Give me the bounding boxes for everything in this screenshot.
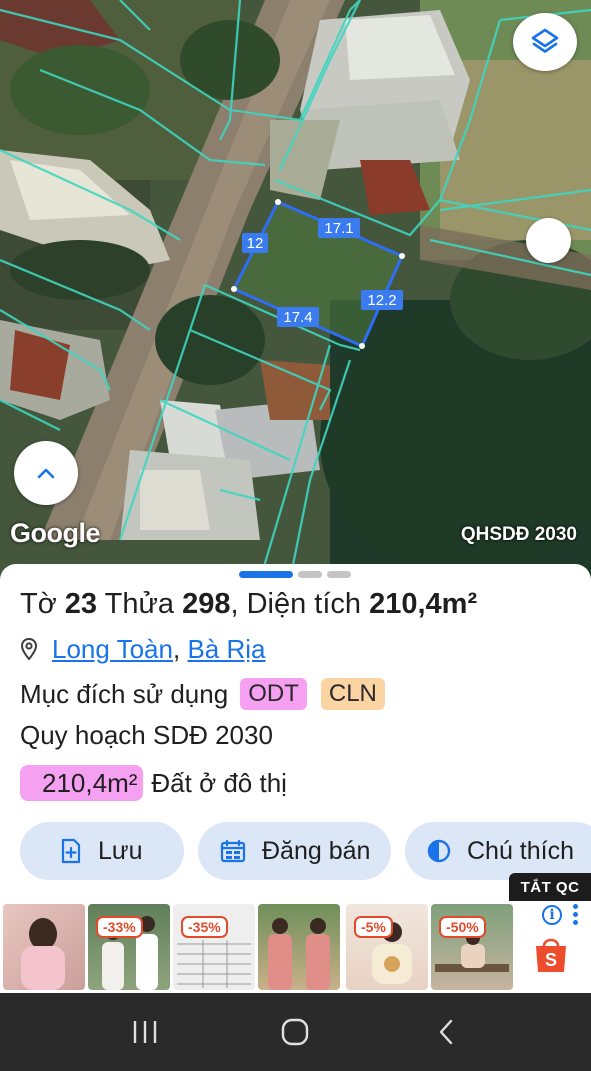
close-ad-button[interactable]: TẮT QC [509,873,591,901]
ad-product-image[interactable]: -50% [431,904,513,990]
purpose-tag-cln: CLN [320,678,385,710]
parcel-title: Tờ 23 Thửa 298, Diện tích 210,4m² [20,588,478,620]
sheet-number: 23 [64,588,98,620]
edge-label-right: 12.2 [367,292,396,309]
back-button[interactable] [416,1002,476,1062]
compass-button[interactable] [526,218,571,263]
sell-label: Đăng bán [262,836,371,865]
ad-banner[interactable]: -33% -35% -5% -50% i S [0,901,591,993]
shopping-bag-icon: S [536,938,566,972]
home-button[interactable] [265,1002,325,1062]
discount-badge: -50% [439,916,486,938]
pager-dot [298,571,322,578]
expand-sheet-button[interactable] [14,441,78,505]
ad-product-image[interactable]: -33% [88,904,170,990]
add-file-icon [61,838,81,864]
area-label: Diện tích [246,588,362,620]
location-row: Long Toàn, Bà Rịa [20,634,266,665]
chevron-up-icon [37,468,55,479]
ad-product-image[interactable] [258,904,340,990]
save-button[interactable]: Lưu [20,822,184,880]
edge-label-left: 12 [247,235,264,252]
ad-product-image[interactable] [3,904,85,990]
discount-badge: -33% [96,916,143,938]
zone-area-badge: 210,4m² [20,765,144,801]
ad-info-icon[interactable]: i [542,905,562,925]
contrast-icon [427,839,451,863]
plot-label: Thửa [104,588,174,620]
pager-dot [327,571,351,578]
layers-icon [531,28,559,53]
location-separator: , [172,634,181,664]
pager-dot-active [239,571,293,578]
location-pin-icon [20,637,42,663]
sheet-pager[interactable] [239,571,351,578]
calendar-icon [220,839,246,863]
svg-text:S: S [545,950,557,970]
city-link[interactable]: Bà Rịa [187,634,265,665]
purpose-label: Mục đích sử dụng [20,678,229,709]
ad-product-image[interactable]: -5% [346,904,428,990]
purpose-tag-odt: ODT [240,678,307,710]
action-buttons: Lưu Đăng bán Chú thích [20,822,591,880]
plot-number: 298 [182,588,231,620]
google-attribution: Google [10,518,101,548]
satellite-imagery: 17.1 12.2 17.4 12 [0,0,591,580]
discount-badge: -5% [354,916,393,938]
ward-link[interactable]: Long Toàn [52,634,173,665]
area-value: 210,4m² [369,588,478,620]
layers-button[interactable] [513,13,577,71]
legend-button[interactable]: Chú thích [405,822,591,880]
map-layer-label: QHSDĐ 2030 [460,524,577,545]
map-view[interactable]: 17.1 12.2 17.4 12 Google QHSDĐ 2030 [0,0,591,580]
post-sale-button[interactable]: Đăng bán [198,822,391,880]
system-nav-bar [0,993,591,1071]
home-icon [282,1018,309,1046]
zone-row: 210,4m² Đất ở đô thị [20,765,287,801]
discount-badge: -35% [181,916,228,938]
save-label: Lưu [98,836,143,865]
plan-label: Quy hoạch SDĐ 2030 [20,720,273,750]
edge-label-top: 17.1 [324,220,353,237]
parcel-info-sheet: Tờ 23 Thửa 298, Diện tích 210,4m² Long T… [0,564,591,904]
back-icon [439,1019,453,1045]
recents-icon [133,1021,157,1043]
ad-product-image[interactable]: -35% [173,904,255,990]
legend-label: Chú thích [467,836,575,865]
zone-label: Đất ở đô thị [151,767,287,798]
sheet-label: Tờ [20,588,57,620]
edge-label-bottom: 17.4 [283,309,312,326]
ad-more-icon[interactable] [573,904,579,926]
recents-button[interactable] [115,1002,175,1062]
land-use-purpose: Mục đích sử dụng ODT CLN [20,678,385,710]
